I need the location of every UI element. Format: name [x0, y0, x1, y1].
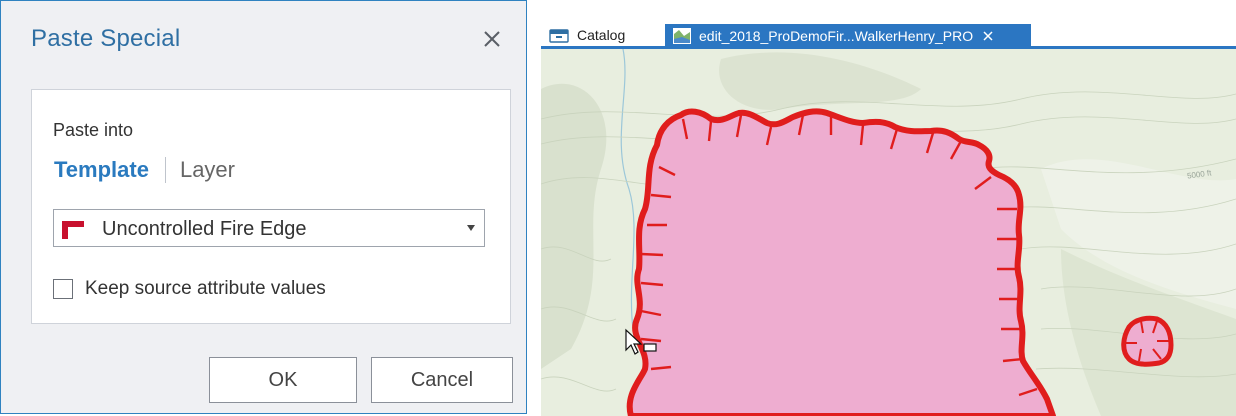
- paste-target-tabs: Template Layer: [54, 154, 235, 186]
- template-dropdown-value: Uncontrolled Fire Edge: [102, 218, 307, 240]
- tab-divider: [164, 157, 166, 183]
- dialog-body: Paste into Template Layer Uncontrolled F…: [31, 89, 511, 324]
- tab-layer[interactable]: Layer: [180, 157, 235, 183]
- map-icon: [673, 28, 691, 44]
- dialog-header: Paste Special: [1, 1, 526, 81]
- close-button[interactable]: [478, 25, 506, 53]
- cancel-button[interactable]: Cancel: [371, 357, 513, 403]
- template-dropdown[interactable]: Uncontrolled Fire Edge: [53, 209, 485, 247]
- red-flag-icon: [62, 221, 84, 239]
- keep-source-row[interactable]: Keep source attribute values: [53, 276, 326, 302]
- screen: Paste Special Paste into Template Layer: [0, 0, 1236, 416]
- ok-button[interactable]: OK: [209, 357, 357, 403]
- tab-template[interactable]: Template: [54, 157, 149, 183]
- tab-map-view-label: edit_2018_ProDemoFir...WalkerHenry_PRO: [699, 28, 974, 44]
- tab-catalog[interactable]: Catalog: [549, 24, 625, 46]
- chevron-down-icon: [467, 225, 475, 231]
- keep-source-label: Keep source attribute values: [85, 278, 326, 299]
- close-icon: [484, 31, 500, 47]
- tab-map-view[interactable]: edit_2018_ProDemoFir...WalkerHenry_PRO: [665, 24, 1031, 48]
- paste-cursor-icon: [625, 328, 657, 355]
- catalog-icon: [549, 29, 569, 43]
- paste-special-dialog: Paste Special Paste into Template Layer: [0, 0, 527, 414]
- pane-tab-strip: Catalog edit_2018_ProDemoFir...WalkerHen…: [541, 0, 1236, 49]
- paste-into-label: Paste into: [53, 120, 134, 140]
- tab-catalog-label: Catalog: [577, 27, 626, 43]
- dialog-title: Paste Special: [31, 25, 181, 52]
- fire-polygon: [626, 108, 1056, 416]
- keep-source-checkbox[interactable]: [53, 279, 73, 299]
- close-icon[interactable]: [981, 29, 995, 43]
- map-view[interactable]: [541, 49, 1236, 416]
